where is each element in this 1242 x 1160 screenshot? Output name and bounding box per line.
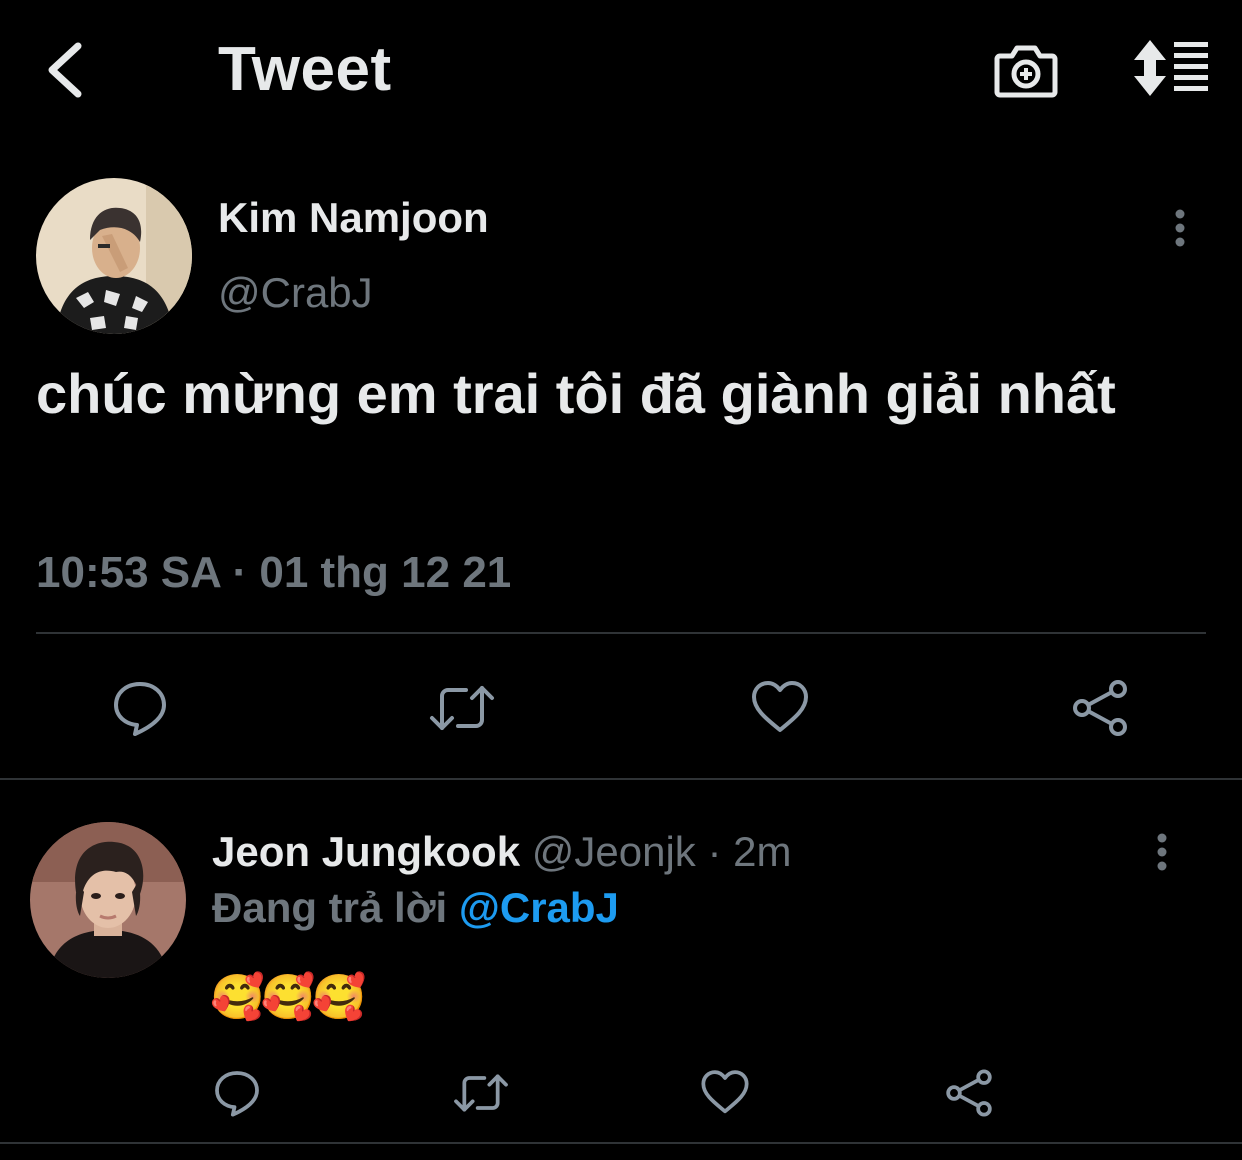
tweet-timestamp[interactable]: 10:53 SA · 01 thg 12 21 xyxy=(36,546,511,600)
mention-link[interactable]: @CrabJ xyxy=(459,884,619,931)
reply-text: 🥰🥰🥰 xyxy=(210,973,366,1022)
like-icon[interactable] xyxy=(750,678,810,738)
reply-time[interactable]: 2m xyxy=(733,828,791,875)
tweet-text: chúc mừng em trai tôi đã giành giải nhất xyxy=(36,362,1116,425)
divider xyxy=(0,1142,1242,1144)
replying-to: Đang trả lời @CrabJ xyxy=(212,882,619,934)
avatar[interactable] xyxy=(30,822,186,978)
author-handle[interactable]: @CrabJ xyxy=(218,268,373,318)
divider xyxy=(36,632,1206,634)
retweet-icon[interactable] xyxy=(428,678,496,738)
avatar[interactable] xyxy=(36,178,192,334)
page-title: Tweet xyxy=(218,35,392,104)
more-options-icon[interactable] xyxy=(1160,206,1200,250)
camera-plus-icon[interactable] xyxy=(994,38,1058,102)
retweet-icon[interactable] xyxy=(452,1068,510,1118)
reply-header: Jeon Jungkook @Jeonjk · 2m xyxy=(212,826,791,878)
author-display-name[interactable]: Kim Namjoon xyxy=(218,193,489,243)
separator-dot: · xyxy=(695,828,734,875)
reply-handle[interactable]: @Jeonjk xyxy=(532,828,696,875)
replying-to-label: Đang trả lời xyxy=(212,884,459,931)
like-icon[interactable] xyxy=(700,1068,750,1118)
share-icon[interactable] xyxy=(1070,678,1130,738)
divider xyxy=(0,778,1242,780)
reply-icon[interactable] xyxy=(110,678,170,738)
more-options-icon[interactable] xyxy=(1142,830,1182,874)
reply-display-name[interactable]: Jeon Jungkook xyxy=(212,828,520,875)
sort-list-icon[interactable] xyxy=(1128,38,1210,98)
reply-icon[interactable] xyxy=(212,1068,262,1118)
back-chevron-icon[interactable] xyxy=(40,38,100,102)
share-icon[interactable] xyxy=(944,1068,994,1118)
